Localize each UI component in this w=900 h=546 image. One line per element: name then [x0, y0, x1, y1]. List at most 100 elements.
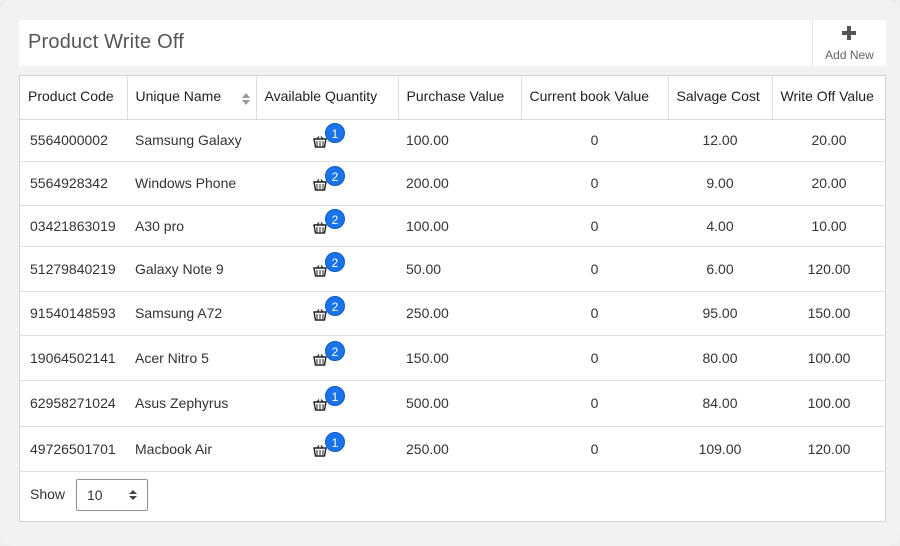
available-quantity-cell: 1 [256, 119, 398, 162]
add-new-label: Add New [825, 48, 874, 62]
quantity-indicator[interactable]: 2 [311, 166, 345, 196]
table-row[interactable]: 19064502141 Acer Nitro 5 2 150.00 0 80.00 100.… [20, 335, 886, 381]
table-row[interactable]: 5564000002 Samsung Galaxy 1 100.00 0 12.00 20.… [20, 119, 886, 162]
column-header-label: Unique Name [135, 88, 222, 105]
quantity-badge: 2 [325, 166, 345, 186]
current-book-value-cell: 0 [521, 380, 668, 427]
purchase-value-cell: 100.00 [398, 119, 521, 162]
purchase-value-cell: 500.00 [398, 380, 521, 427]
write-off-value-cell: 20.00 [772, 119, 886, 162]
product-code-cell: 91540148593 [20, 291, 127, 336]
current-book-value-cell: 0 [521, 335, 668, 381]
page-size-select[interactable]: 10 [76, 479, 148, 511]
write-off-value-cell: 100.00 [772, 335, 886, 381]
write-off-value-cell: 20.00 [772, 161, 886, 206]
add-new-button[interactable]: Add New [812, 20, 886, 66]
table-row[interactable]: 5564928342 Windows Phone 2 200.00 0 9.00 20.00 [20, 161, 886, 206]
table-row[interactable]: 91540148593 Samsung A72 2 250.00 0 95.00 150.0… [20, 291, 886, 336]
write-off-value-cell: 10.00 [772, 205, 886, 247]
purchase-value-cell: 50.00 [398, 246, 521, 292]
unique-name-cell: Windows Phone [127, 161, 256, 206]
quantity-indicator[interactable]: 1 [311, 386, 345, 416]
column-header-unique-name[interactable]: Unique Name [127, 76, 257, 120]
purchase-value-cell: 100.00 [398, 205, 521, 247]
product-code-cell: 51279840219 [20, 246, 127, 292]
salvage-cost-cell: 80.00 [668, 335, 772, 381]
salvage-cost-cell: 12.00 [668, 119, 772, 162]
purchase-value-cell: 250.00 [398, 426, 521, 472]
unique-name-cell: Samsung A72 [127, 291, 256, 336]
column-header-product-code[interactable]: Product Code [20, 76, 128, 120]
product-code-cell: 62958271024 [20, 380, 127, 427]
table-footer: Show 10 [20, 469, 885, 521]
quantity-indicator[interactable]: 2 [311, 340, 345, 371]
page-size-value: 10 [87, 487, 103, 503]
available-quantity-cell: 1 [256, 380, 398, 427]
write-off-value-cell: 150.00 [772, 291, 886, 336]
quantity-badge: 2 [325, 251, 345, 272]
available-quantity-cell: 2 [256, 161, 398, 206]
quantity-indicator[interactable]: 2 [311, 296, 345, 326]
table-body: 5564000002 Samsung Galaxy 1 100.00 0 12.00 20.… [20, 119, 886, 472]
salvage-cost-cell: 4.00 [668, 205, 772, 247]
table-header-row: Product Code Unique Name Available Quant… [20, 76, 886, 120]
current-book-value-cell: 0 [521, 246, 668, 292]
purchase-value-cell: 150.00 [398, 335, 521, 381]
quantity-indicator[interactable]: 2 [311, 208, 345, 239]
write-off-value-cell: 100.00 [772, 380, 886, 427]
quantity-indicator[interactable]: 2 [311, 251, 345, 282]
available-quantity-cell: 2 [256, 246, 398, 292]
unique-name-cell: Galaxy Note 9 [127, 246, 256, 292]
current-book-value-cell: 0 [521, 205, 668, 247]
column-header-available-quantity[interactable]: Available Quantity [256, 76, 399, 120]
quantity-indicator[interactable]: 1 [311, 431, 345, 462]
page-header: Product Write Off Add New [19, 20, 886, 66]
product-code-cell: 49726501701 [20, 426, 127, 472]
purchase-value-cell: 250.00 [398, 291, 521, 336]
salvage-cost-cell: 84.00 [668, 380, 772, 427]
show-label: Show [30, 486, 66, 502]
table-row[interactable]: 03421863019 A30 pro 2 100.00 0 4.00 10.00 [20, 205, 886, 247]
salvage-cost-cell: 9.00 [668, 161, 772, 206]
select-arrows-icon [129, 490, 137, 502]
current-book-value-cell: 0 [521, 426, 668, 472]
column-header-current-book-value[interactable]: Current book Value [521, 76, 669, 120]
product-code-cell: 03421863019 [20, 205, 127, 247]
table-row[interactable]: 62958271024 Asus Zephyrus 1 500.00 0 84.00 100… [20, 380, 886, 427]
quantity-badge: 1 [325, 123, 345, 143]
quantity-indicator[interactable]: 1 [311, 123, 345, 153]
unique-name-cell: Samsung Galaxy [127, 119, 256, 162]
current-book-value-cell: 0 [521, 119, 668, 162]
unique-name-cell: Acer Nitro 5 [127, 335, 256, 381]
product-code-cell: 5564928342 [20, 161, 127, 206]
quantity-badge: 2 [325, 340, 345, 361]
column-header-write-off-value[interactable]: Write Off Value [772, 76, 886, 120]
product-table-card: Product Code Unique Name Available Quant… [19, 75, 886, 522]
salvage-cost-cell: 6.00 [668, 246, 772, 292]
table-row[interactable]: 51279840219 Galaxy Note 9 2 50.00 0 6.00 120.0… [20, 246, 886, 292]
current-book-value-cell: 0 [521, 161, 668, 206]
available-quantity-cell: 2 [256, 205, 398, 247]
unique-name-cell: Macbook Air [127, 426, 256, 472]
write-off-value-cell: 120.00 [772, 426, 886, 472]
quantity-badge: 2 [325, 208, 345, 229]
quantity-badge: 1 [325, 431, 345, 452]
column-header-purchase-value[interactable]: Purchase Value [398, 76, 522, 120]
column-header-salvage-cost[interactable]: Salvage Cost [668, 76, 773, 120]
product-code-cell: 5564000002 [20, 119, 127, 162]
page-frame: Product Write Off Add New Product Code U… [0, 0, 900, 546]
write-off-value-cell: 120.00 [772, 246, 886, 292]
table-row[interactable]: 49726501701 Macbook Air 1 250.00 0 109.00 120.… [20, 426, 886, 472]
sort-icon[interactable] [241, 93, 250, 105]
unique-name-cell: A30 pro [127, 205, 256, 247]
quantity-badge: 2 [325, 296, 345, 316]
page-title: Product Write Off [28, 31, 185, 53]
current-book-value-cell: 0 [521, 291, 668, 336]
product-table: Product Code Unique Name Available Quant… [20, 76, 886, 472]
salvage-cost-cell: 95.00 [668, 291, 772, 336]
available-quantity-cell: 2 [256, 291, 398, 336]
product-code-cell: 19064502141 [20, 335, 127, 381]
purchase-value-cell: 200.00 [398, 161, 521, 206]
plus-icon [842, 26, 856, 40]
unique-name-cell: Asus Zephyrus [127, 380, 256, 427]
